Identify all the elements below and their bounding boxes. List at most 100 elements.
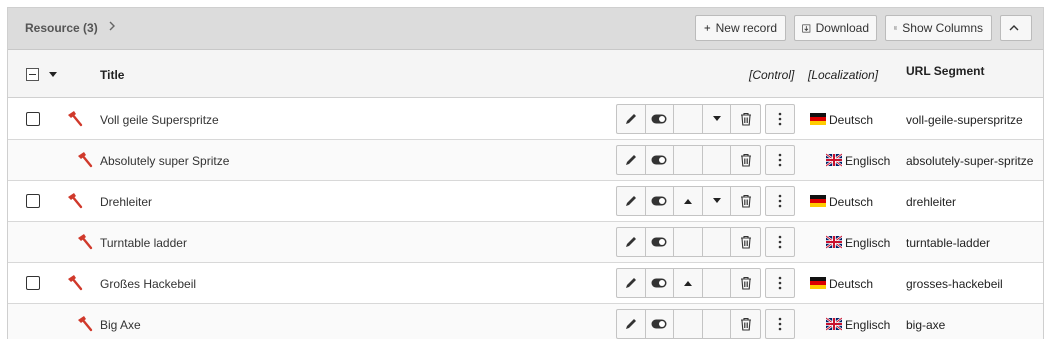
move-up-button[interactable] bbox=[674, 187, 703, 215]
panel-title[interactable]: Resource (3) bbox=[25, 21, 98, 35]
pencil-icon bbox=[625, 237, 636, 247]
row-title[interactable]: Big Axe bbox=[100, 318, 141, 332]
delete-button[interactable] bbox=[731, 146, 760, 174]
move-up-button[interactable] bbox=[674, 310, 703, 338]
toggle-icon bbox=[651, 237, 667, 247]
more-actions-button[interactable] bbox=[765, 227, 795, 257]
table-header: Title [Control] [Localization] URL Segme… bbox=[8, 50, 1043, 98]
row-language: Englisch bbox=[845, 236, 891, 250]
move-down-button[interactable] bbox=[703, 269, 732, 297]
caret-down-icon bbox=[712, 116, 721, 121]
show-columns-label: Show Columns bbox=[902, 21, 983, 35]
row-title[interactable]: Drehleiter bbox=[100, 195, 152, 209]
edit-button[interactable] bbox=[617, 269, 646, 297]
delete-button[interactable] bbox=[731, 310, 760, 338]
table-row: Turntable ladder Englisch turntable-ladd… bbox=[8, 222, 1043, 263]
visibility-toggle[interactable] bbox=[646, 310, 675, 338]
select-all-checkbox[interactable] bbox=[26, 68, 39, 81]
record-count: (3) bbox=[83, 21, 98, 35]
edit-button[interactable] bbox=[617, 310, 646, 338]
column-url-segment[interactable]: URL Segment bbox=[906, 64, 984, 78]
move-down-button[interactable] bbox=[703, 187, 732, 215]
visibility-toggle[interactable] bbox=[646, 105, 675, 133]
column-control: [Control] bbox=[749, 68, 795, 82]
caret-up-icon bbox=[684, 281, 693, 286]
delete-button[interactable] bbox=[731, 228, 760, 256]
records-panel: Resource (3) New record Download Show Co… bbox=[7, 7, 1044, 339]
row-language: Englisch bbox=[845, 318, 891, 332]
row-controls bbox=[616, 268, 761, 298]
row-url-segment: grosses-hackebeil bbox=[906, 277, 1003, 291]
more-vertical-icon bbox=[778, 112, 782, 126]
move-up-button[interactable] bbox=[674, 105, 703, 133]
edit-button[interactable] bbox=[617, 105, 646, 133]
columns-icon bbox=[894, 26, 898, 30]
visibility-toggle[interactable] bbox=[646, 146, 675, 174]
visibility-toggle[interactable] bbox=[646, 187, 675, 215]
more-actions-button[interactable] bbox=[765, 186, 795, 216]
download-button[interactable]: Download bbox=[794, 15, 877, 41]
row-checkbox[interactable] bbox=[26, 276, 40, 290]
row-title[interactable]: Absolutely super Spritze bbox=[100, 154, 229, 168]
delete-button[interactable] bbox=[731, 105, 760, 133]
more-actions-button[interactable] bbox=[765, 309, 795, 339]
more-vertical-icon bbox=[778, 153, 782, 167]
row-language: Deutsch bbox=[829, 195, 874, 209]
visibility-toggle[interactable] bbox=[646, 269, 675, 297]
move-down-button[interactable] bbox=[703, 310, 732, 338]
caret-down-icon bbox=[712, 198, 721, 203]
row-controls bbox=[616, 186, 761, 216]
row-title[interactable]: Turntable ladder bbox=[100, 236, 187, 250]
row-language: Englisch bbox=[845, 154, 891, 168]
show-columns-button[interactable]: Show Columns bbox=[885, 15, 992, 41]
trash-icon bbox=[740, 276, 751, 290]
delete-button[interactable] bbox=[731, 269, 760, 297]
edit-button[interactable] bbox=[617, 228, 646, 256]
row-url-segment: drehleiter bbox=[906, 195, 957, 209]
plus-icon bbox=[704, 25, 711, 31]
move-down-button[interactable] bbox=[703, 105, 732, 133]
pencil-icon bbox=[625, 196, 636, 206]
caret-down-icon[interactable] bbox=[49, 72, 57, 77]
more-vertical-icon bbox=[778, 317, 782, 331]
edit-button[interactable] bbox=[617, 146, 646, 174]
axe-icon bbox=[68, 193, 83, 209]
new-record-button[interactable]: New record bbox=[695, 15, 786, 41]
collapse-button[interactable] bbox=[1000, 15, 1032, 41]
row-language: Deutsch bbox=[829, 113, 874, 127]
more-actions-button[interactable] bbox=[765, 268, 795, 298]
toggle-icon bbox=[651, 196, 667, 206]
panel-title-label: Resource bbox=[25, 21, 80, 35]
more-vertical-icon bbox=[778, 235, 782, 249]
trash-icon bbox=[740, 194, 751, 208]
row-title[interactable]: Großes Hackebeil bbox=[100, 277, 196, 291]
move-down-button[interactable] bbox=[703, 146, 732, 174]
row-controls bbox=[616, 104, 761, 134]
download-icon bbox=[802, 24, 811, 32]
axe-icon bbox=[68, 275, 83, 291]
chevron-right-icon[interactable] bbox=[105, 19, 119, 33]
edit-button[interactable] bbox=[617, 187, 646, 215]
delete-button[interactable] bbox=[731, 187, 760, 215]
move-up-button[interactable] bbox=[674, 146, 703, 174]
row-checkbox[interactable] bbox=[26, 112, 40, 126]
table-row: Big Axe Englisch big-axe bbox=[8, 304, 1043, 339]
trash-icon bbox=[740, 153, 751, 167]
row-url-segment: big-axe bbox=[906, 318, 946, 332]
more-vertical-icon bbox=[778, 276, 782, 290]
move-up-button[interactable] bbox=[674, 228, 703, 256]
row-title[interactable]: Voll geile Superspritze bbox=[100, 113, 219, 127]
table-row: Absolutely super Spritze Englisch absolu… bbox=[8, 140, 1043, 181]
row-checkbox[interactable] bbox=[26, 194, 40, 208]
more-actions-button[interactable] bbox=[765, 104, 795, 134]
more-actions-button[interactable] bbox=[765, 145, 795, 175]
visibility-toggle[interactable] bbox=[646, 228, 675, 256]
move-down-button[interactable] bbox=[703, 228, 732, 256]
axe-icon bbox=[78, 316, 93, 332]
column-title[interactable]: Title bbox=[100, 68, 124, 82]
download-label: Download bbox=[815, 21, 869, 35]
toggle-icon bbox=[651, 319, 667, 329]
row-url-segment: absolutely-super-spritze bbox=[906, 154, 1034, 168]
move-up-button[interactable] bbox=[674, 269, 703, 297]
german-flag-icon bbox=[810, 277, 826, 289]
